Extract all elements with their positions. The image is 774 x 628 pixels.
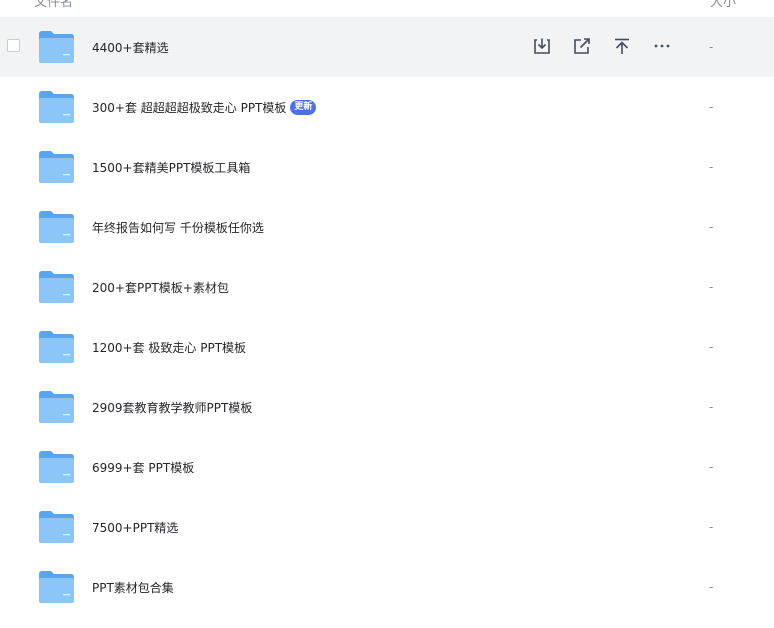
file-name-wrap: 6999+套 PPT模板 xyxy=(92,437,194,497)
file-name-wrap: 7500+PPT精选 xyxy=(92,497,178,557)
folder-icon xyxy=(38,510,75,544)
folder-icon xyxy=(38,330,75,364)
move-top-icon xyxy=(613,37,631,55)
file-name[interactable]: 1200+套 极致走心 PPT模板 xyxy=(92,339,246,356)
file-name[interactable]: 6999+套 PPT模板 xyxy=(92,459,194,476)
file-name-wrap: 1500+套精美PPT模板工具箱 xyxy=(92,137,250,197)
name-column-header[interactable]: 文件名 xyxy=(34,0,73,10)
file-row[interactable]: 6999+套 PPT模板 - xyxy=(0,437,774,497)
row-actions xyxy=(531,35,673,59)
folder-icon xyxy=(38,270,75,304)
file-size: - xyxy=(709,520,714,534)
file-size: - xyxy=(709,460,714,474)
file-name-wrap: 4400+套精选 xyxy=(92,17,169,77)
folder-icon xyxy=(38,150,75,184)
file-name-wrap: 300+套 超超超超极致走心 PPT模板 更新 xyxy=(92,77,317,137)
file-name[interactable]: 4400+套精选 xyxy=(92,39,169,56)
file-name[interactable]: 1500+套精美PPT模板工具箱 xyxy=(92,159,250,176)
file-row[interactable]: 4400+套精选 - xyxy=(0,17,774,77)
file-row[interactable]: PPT素材包合集 - xyxy=(0,557,774,617)
file-size: - xyxy=(709,400,714,414)
share-icon xyxy=(573,37,591,55)
file-name[interactable]: 7500+PPT精选 xyxy=(92,519,178,536)
file-row[interactable]: 7500+PPT精选 - xyxy=(0,497,774,557)
more-icon xyxy=(653,37,671,55)
file-list: 4400+套精选 -300+套 超超超超极致走心 PPT模板 更新 -1500+套精美… xyxy=(0,17,774,617)
file-row[interactable]: 300+套 超超超超极致走心 PPT模板 更新 - xyxy=(0,77,774,137)
folder-icon xyxy=(38,390,75,424)
file-row[interactable]: 1200+套 极致走心 PPT模板 - xyxy=(0,317,774,377)
select-checkbox[interactable] xyxy=(7,39,20,52)
file-name[interactable]: 年终报告如何写 千份模板任你选 xyxy=(92,219,264,236)
folder-icon xyxy=(38,90,75,124)
folder-icon xyxy=(38,210,75,244)
file-size: - xyxy=(709,100,714,114)
file-name-wrap: 年终报告如何写 千份模板任你选 xyxy=(92,197,264,257)
folder-icon xyxy=(38,450,75,484)
file-size: - xyxy=(709,40,714,54)
size-column-header[interactable]: 大小 xyxy=(710,0,736,10)
file-size: - xyxy=(709,160,714,174)
share-button[interactable] xyxy=(571,35,593,57)
file-name[interactable]: 300+套 超超超超极致走心 PPT模板 xyxy=(92,99,286,116)
move-to-top-button[interactable] xyxy=(611,35,633,57)
file-name-wrap: 2909套教育教学教师PPT模板 xyxy=(92,377,252,437)
download-icon xyxy=(533,37,551,55)
folder-icon xyxy=(38,30,75,64)
file-size: - xyxy=(709,340,714,354)
file-name[interactable]: PPT素材包合集 xyxy=(92,579,174,596)
folder-icon xyxy=(38,570,75,604)
file-row[interactable]: 年终报告如何写 千份模板任你选 - xyxy=(0,197,774,257)
download-button[interactable] xyxy=(531,35,553,57)
file-size: - xyxy=(709,220,714,234)
file-name-wrap: PPT素材包合集 xyxy=(92,557,174,617)
file-row[interactable]: 2909套教育教学教师PPT模板 - xyxy=(0,377,774,437)
file-row[interactable]: 200+套PPT模板+素材包 - xyxy=(0,257,774,317)
file-list-header: 文件名 大小 xyxy=(0,0,774,10)
file-name-wrap: 1200+套 极致走心 PPT模板 xyxy=(92,317,246,377)
file-row[interactable]: 1500+套精美PPT模板工具箱 - xyxy=(0,137,774,197)
file-size: - xyxy=(709,280,714,294)
more-button[interactable] xyxy=(651,35,673,57)
file-size: - xyxy=(709,580,714,594)
file-name[interactable]: 2909套教育教学教师PPT模板 xyxy=(92,399,252,416)
file-name-wrap: 200+套PPT模板+素材包 xyxy=(92,257,229,317)
file-name[interactable]: 200+套PPT模板+素材包 xyxy=(92,279,229,296)
update-badge: 更新 xyxy=(290,99,317,115)
